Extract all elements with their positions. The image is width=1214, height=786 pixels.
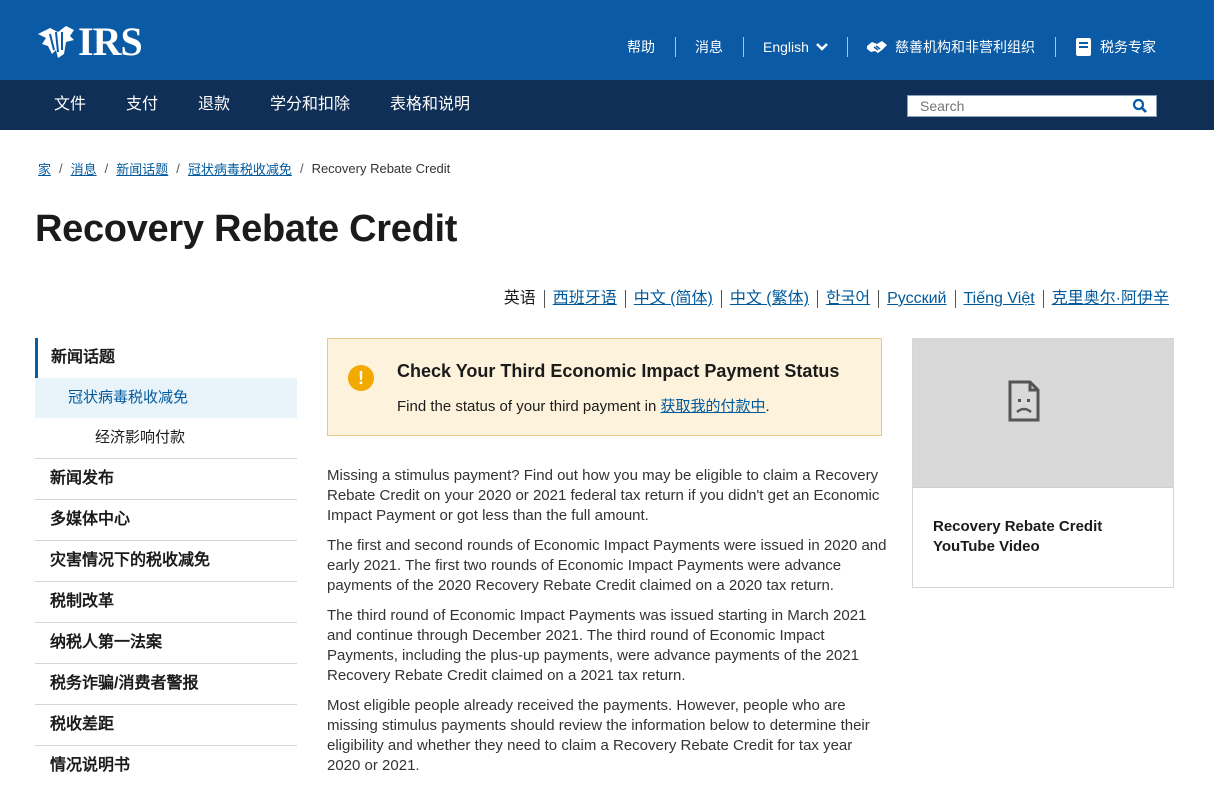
tax-pros-link[interactable]: 税务专家 [1075,37,1156,57]
get-my-payment-link[interactable]: 获取我的付款中 [660,398,765,415]
sidebar-item-disaster-relief[interactable]: 灾害情况下的税收减免 [35,540,297,581]
search-input[interactable] [908,96,1128,116]
utility-divider [743,37,744,57]
search-icon[interactable] [1132,98,1148,114]
news-link[interactable]: 消息 [695,37,723,57]
sidebar-item-news-releases[interactable]: 新闻发布 [35,458,297,499]
breadcrumb-separator: / [104,160,109,176]
breadcrumb-separator: / [59,160,63,176]
content-paragraph: The third round of Economic Impact Payme… [327,607,867,684]
utility-divider [1055,37,1056,57]
alert-body: Find the status of your third payment in… [397,395,770,416]
top-header: IRS 帮助 消息 English 慈善机构和非营利组织 税务专家 [0,0,1214,80]
lang-link-spanish[interactable]: 西班牙语 [553,290,617,307]
content-paragraph: The first and second rounds of Economic … [327,537,887,594]
sidebar-item-economic-impact-payments[interactable]: 经济影响付款 [35,418,297,458]
irs-logo[interactable]: IRS [36,19,143,64]
status-alert: ! Check Your Third Economic Impact Payme… [327,338,882,436]
breadcrumb-link-news[interactable]: 消息 [71,159,97,178]
sidebar-item-multimedia[interactable]: 多媒体中心 [35,499,297,540]
logo-text: IRS [78,19,143,64]
nav-item-credits-deductions[interactable]: 学分和扣除 [270,94,350,116]
nav-item-file[interactable]: 文件 [54,94,86,116]
tax-pros-label: 税务专家 [1100,39,1156,55]
breadcrumb-separator: / [299,160,304,176]
sidebar-nav: 新闻话题 冠状病毒税收减免 经济影响付款 新闻发布 多媒体中心 灾害情况下的税收… [35,338,297,786]
lang-link-haitian-creole[interactable]: 克里奥尔·阿伊辛 [1052,290,1169,307]
video-card-title[interactable]: Recovery Rebate Credit YouTube Video [933,517,1153,557]
lang-link-russian[interactable]: Русский [887,290,946,307]
breadcrumb-link-coronavirus-relief[interactable]: 冠状病毒税收减免 [188,159,292,178]
lang-link-chinese-traditional[interactable]: 中文 (繁体) [730,290,809,307]
content-paragraph: Most eligible people already received th… [327,697,870,774]
content-paragraph: Missing a stimulus payment? Find out how… [327,467,880,524]
video-card[interactable]: Recovery Rebate Credit YouTube Video [912,338,1174,588]
lang-link-korean[interactable]: 한국어 [826,290,870,307]
language-label: English [763,39,809,55]
utility-divider [847,37,848,57]
sidebar-item-fact-sheets[interactable]: 情况说明书 [35,745,297,786]
lang-link-vietnamese[interactable]: Tiếng Việt [964,290,1035,307]
breadcrumb: 家 / 消息 / 新闻话题 / 冠状病毒税收减免 / Recovery Reba… [38,158,450,178]
charities-link[interactable]: 慈善机构和非营利组织 [866,37,1035,57]
search-box [907,95,1157,117]
nav-item-forms-instructions[interactable]: 表格和说明 [390,94,470,116]
sidebar-item-news-topics[interactable]: 新闻话题 [35,338,297,378]
language-dropdown[interactable]: English [763,37,829,57]
breadcrumb-separator: / [176,160,180,176]
video-thumbnail[interactable] [913,339,1173,488]
lang-current: 英语 [503,290,536,307]
book-icon [1076,38,1091,56]
breadcrumb-current: Recovery Rebate Credit [311,160,451,176]
utility-divider [675,37,676,57]
eagle-icon [38,26,74,58]
main-content: Missing a stimulus payment? Find out how… [327,466,887,786]
sidebar-item-taxpayer-first-act[interactable]: 纳税人第一法案 [35,622,297,663]
alert-body-suffix: . [765,398,770,415]
sidebar-item-tax-gap[interactable]: 税收差距 [35,704,297,745]
chevron-down-icon [816,43,828,51]
page-title: Recovery Rebate Credit [35,208,458,250]
broken-image-icon [1008,380,1040,422]
alert-title: Check Your Third Economic Impact Payment… [397,361,840,381]
nav-item-pay[interactable]: 支付 [126,94,158,116]
breadcrumb-link-news-topics[interactable]: 新闻话题 [116,159,168,178]
sidebar-item-scams-alerts[interactable]: 税务诈骗/消费者警报 [35,663,297,704]
breadcrumb-link-home[interactable]: 家 [38,159,51,178]
charities-label: 慈善机构和非营利组织 [895,39,1035,55]
handshake-icon [867,41,887,53]
help-link[interactable]: 帮助 [627,37,655,57]
sidebar-item-coronavirus-relief[interactable]: 冠状病毒税收减免 [35,378,297,418]
alert-body-text: Find the status of your third payment in [397,398,661,415]
sidebar-item-tax-reform[interactable]: 税制改革 [35,581,297,622]
nav-item-refunds[interactable]: 退款 [198,94,230,116]
language-links: 英语 西班牙语 中文 (简体) 中文 (繁体) 한국어 Русский Tiến… [496,288,1169,310]
lang-link-chinese-simplified[interactable]: 中文 (简体) [634,290,713,307]
exclamation-icon: ! [348,365,374,391]
